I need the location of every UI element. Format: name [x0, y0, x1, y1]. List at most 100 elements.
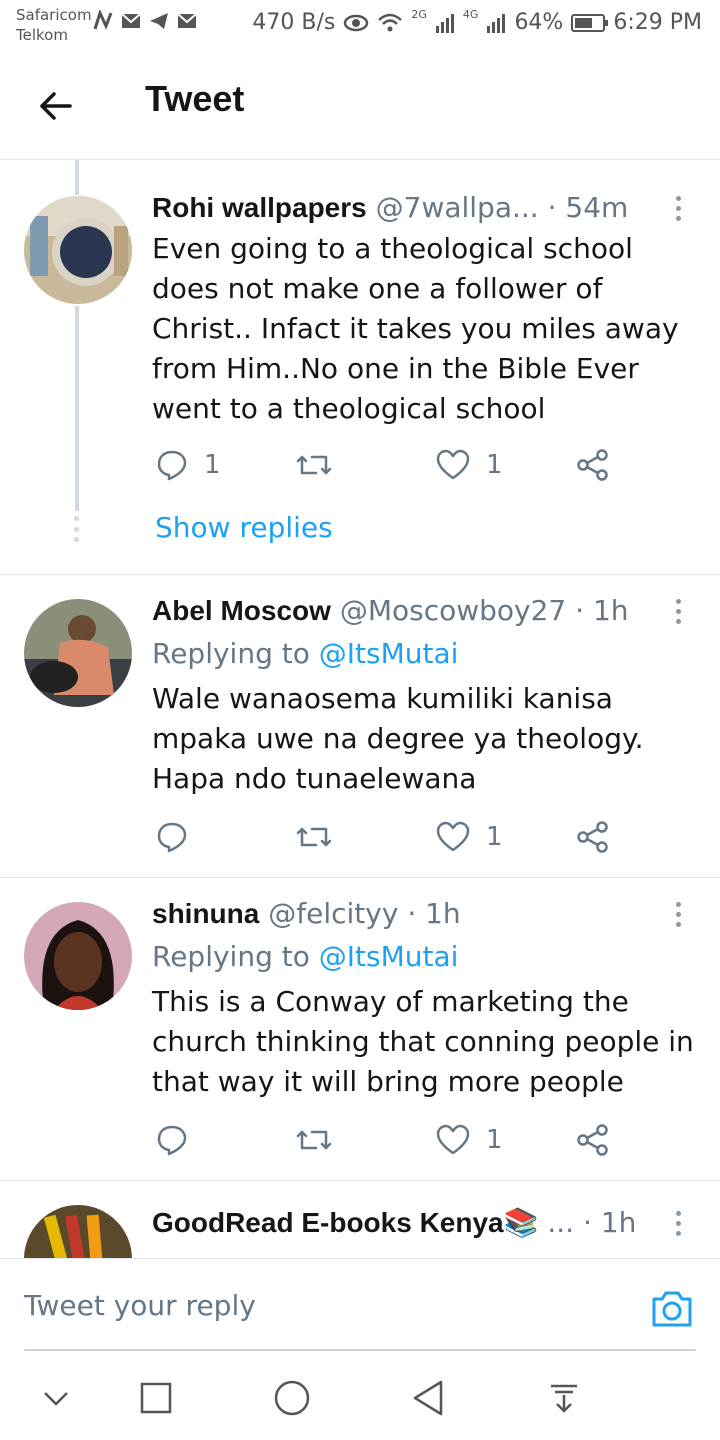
carrier-1: Safaricom	[16, 6, 92, 24]
share-button[interactable]	[576, 1120, 610, 1160]
replying-to: Replying to @ItsMutai	[152, 939, 458, 975]
reply-button[interactable]: 1	[156, 445, 221, 485]
back-nav-button[interactable]	[408, 1378, 448, 1418]
reply-icon	[157, 450, 187, 481]
network-speed: 470 B/s	[252, 10, 336, 35]
retweet-icon	[296, 827, 332, 847]
author-handle[interactable]: ...	[547, 1206, 574, 1239]
eye-icon	[344, 14, 369, 32]
author-name[interactable]: Abel Moscow	[152, 595, 331, 626]
author-handle[interactable]: @7wallpa...	[376, 191, 539, 224]
mention-link[interactable]: @ItsMutai	[319, 940, 459, 973]
tweet-header: Rohi wallpapers @7wallpa... · 54m	[152, 190, 664, 226]
hide-navbar-button[interactable]	[36, 1378, 76, 1418]
back-button[interactable]	[30, 80, 82, 132]
more-options-button[interactable]	[668, 593, 688, 629]
tweet-time: · 1h	[407, 897, 461, 930]
retweet-icon	[296, 455, 332, 475]
retweet-button[interactable]	[296, 817, 348, 857]
show-replies-link[interactable]: Show replies	[155, 510, 333, 546]
mention-link[interactable]: @ItsMutai	[319, 637, 459, 670]
network-type-1: 2G	[411, 8, 427, 21]
battery-percent: 64%	[514, 10, 564, 35]
wifi-icon	[378, 13, 403, 32]
camera-button[interactable]	[648, 1285, 696, 1333]
avatar[interactable]	[24, 599, 132, 707]
replying-to: Replying to @ItsMutai	[152, 636, 458, 672]
reply-icon	[157, 822, 187, 853]
camera-icon	[652, 1291, 692, 1327]
network-type-2: 4G	[462, 8, 479, 21]
author-name[interactable]: shinuna	[152, 898, 259, 929]
heart-icon	[436, 821, 470, 852]
tweet-text: Even going to a theological school does …	[152, 232, 679, 425]
tweet-actions: 1 1	[152, 445, 632, 485]
reply-composer: Tweet your reply	[0, 1258, 720, 1358]
avatar-image	[24, 1205, 132, 1258]
like-button[interactable]: 1	[436, 445, 503, 485]
share-icon	[577, 821, 608, 853]
tweet-header: shinuna @felcityy · 1h	[152, 896, 664, 932]
author-name[interactable]: GoodRead E-books Kenya	[152, 1207, 504, 1238]
input-underline	[24, 1349, 696, 1351]
avatar-image	[24, 599, 132, 707]
share-icon	[577, 1124, 608, 1156]
battery-icon	[571, 14, 609, 32]
reply-icon	[157, 1125, 187, 1156]
tweet-1[interactable]: Rohi wallpapers @7wallpa... · 54m Even g…	[0, 160, 720, 575]
more-options-button[interactable]	[668, 190, 688, 226]
author-handle[interactable]: @Moscowboy27	[340, 594, 566, 627]
tweet-3[interactable]: shinuna @felcityy · 1h Replying to @ItsM…	[0, 878, 720, 1181]
telegram-icon	[150, 13, 168, 29]
like-button[interactable]: 1	[436, 1120, 503, 1160]
status-bar: Safaricom Telkom 470 B/s 2G 4G 64% 6:29 …	[0, 0, 720, 50]
status-indicators: 470 B/s 2G 4G 64% 6:29 PM	[252, 9, 702, 37]
thread-dots	[74, 516, 80, 542]
chevron-down-icon	[44, 1392, 68, 1406]
tweet-actions: 1	[152, 817, 632, 857]
reply-count: 1	[204, 450, 221, 480]
tweet-2[interactable]: Abel Moscow @Moscowboy27 · 1h Replying t…	[0, 575, 720, 878]
tweet-time: · 1h	[583, 1206, 637, 1239]
books-emoji: 📚	[503, 1206, 539, 1239]
avatar-image	[24, 902, 132, 1010]
heart-icon	[436, 1124, 470, 1155]
heart-icon	[436, 449, 470, 480]
share-icon	[577, 449, 608, 481]
replying-to-label: Replying to	[152, 940, 310, 973]
avatar[interactable]	[24, 1205, 132, 1258]
more-options-button[interactable]	[668, 1205, 688, 1241]
reply-button[interactable]	[156, 1120, 204, 1160]
author-handle[interactable]: @felcityy	[268, 897, 398, 930]
more-options-button[interactable]	[668, 896, 688, 932]
like-button[interactable]: 1	[436, 817, 503, 857]
carrier-names: Safaricom Telkom	[16, 5, 92, 45]
reply-input[interactable]: Tweet your reply	[24, 1289, 256, 1322]
system-navigation-bar	[0, 1358, 720, 1440]
share-button[interactable]	[576, 445, 610, 485]
retweet-icon	[296, 1130, 332, 1150]
avatar-image	[24, 196, 132, 304]
page-title: Tweet	[145, 78, 245, 119]
home-button[interactable]	[272, 1378, 312, 1418]
avatar[interactable]	[24, 902, 132, 1010]
mail-icon-2	[177, 13, 197, 28]
nfc-icon	[93, 10, 113, 30]
tweet-header: Abel Moscow @Moscowboy27 · 1h	[152, 593, 664, 629]
retweet-button[interactable]	[296, 1120, 348, 1160]
recents-button[interactable]	[136, 1378, 176, 1418]
tweet-text: Wale wanaosema kumiliki kanisa mpaka uwe…	[152, 682, 644, 795]
replying-to-label: Replying to	[152, 637, 310, 670]
share-button[interactable]	[576, 817, 610, 857]
author-name[interactable]: Rohi wallpapers	[152, 192, 367, 223]
notification-icons	[92, 10, 198, 32]
top-app-bar: Tweet	[0, 50, 720, 160]
mail-icon	[121, 13, 141, 28]
pull-down-icon	[551, 1384, 577, 1413]
tweet-time: · 1h	[575, 594, 629, 627]
notification-pull-button[interactable]	[544, 1378, 584, 1418]
tweet-4[interactable]: GoodRead E-books Kenya📚 ... · 1h	[0, 1181, 720, 1258]
retweet-button[interactable]	[296, 445, 348, 485]
reply-button[interactable]	[156, 817, 204, 857]
avatar[interactable]	[24, 196, 132, 304]
